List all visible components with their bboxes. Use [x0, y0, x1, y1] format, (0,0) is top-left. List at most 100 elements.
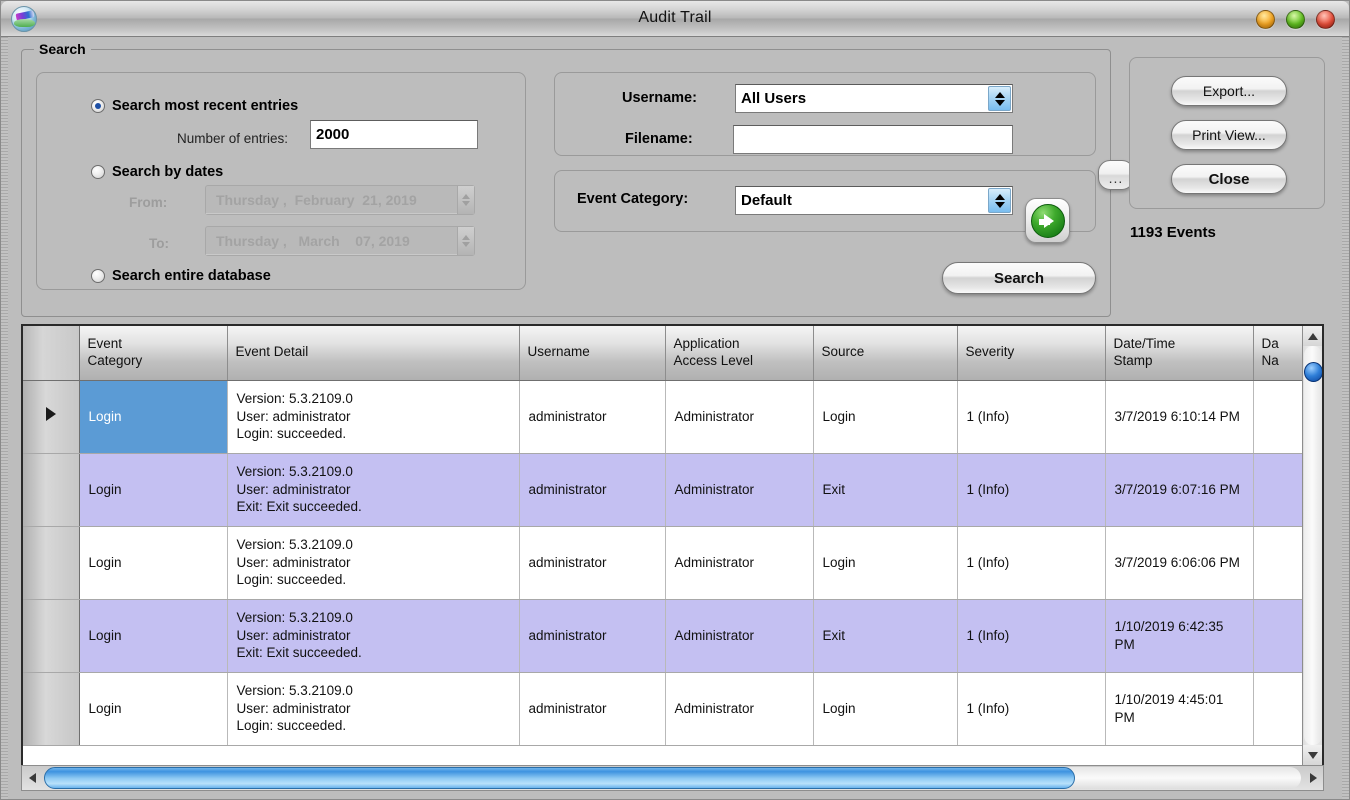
header-event-detail[interactable]: Event Detail [227, 326, 519, 380]
cell-date-time-stamp[interactable]: 3/7/2019 6:06:06 PM [1105, 526, 1253, 599]
cell-severity[interactable]: 1 (Info) [957, 380, 1105, 453]
header-username[interactable]: Username [519, 326, 665, 380]
header-event-category[interactable]: Event Category [79, 326, 227, 380]
search-button[interactable]: Search [942, 262, 1096, 294]
cell-event-detail[interactable]: Version: 5.3.2109.0 User: administrator … [227, 672, 519, 745]
horizontal-scroll-thumb[interactable] [44, 767, 1075, 789]
row-header-gutter[interactable] [23, 526, 79, 599]
row-header-gutter[interactable] [23, 380, 79, 453]
actions-panel: Export... Print View... Close [1129, 57, 1325, 209]
cell-database-name[interactable] [1253, 453, 1306, 526]
cell-database-name[interactable] [1253, 599, 1306, 672]
print-view-button[interactable]: Print View... [1171, 120, 1287, 150]
cell-severity[interactable]: 1 (Info) [957, 599, 1105, 672]
cell-application-access-level[interactable]: Administrator [665, 380, 813, 453]
left-edge-texture [1, 37, 8, 799]
cell-source[interactable]: Exit [813, 599, 957, 672]
event-category-label: Event Category: [577, 191, 688, 207]
minimize-button[interactable] [1256, 10, 1275, 29]
table-row[interactable]: LoginVersion: 5.3.2109.0 User: administr… [23, 380, 1306, 453]
scroll-right-button[interactable] [1303, 766, 1323, 790]
grid-horizontal-scrollbar[interactable] [21, 765, 1324, 791]
cell-username[interactable]: administrator [519, 380, 665, 453]
to-date-spinner[interactable] [457, 227, 474, 255]
cell-date-time-stamp[interactable]: 3/7/2019 6:07:16 PM [1105, 453, 1253, 526]
search-group: Search Search most recent entries Number… [21, 49, 1111, 317]
vertical-scroll-thumb[interactable] [1304, 362, 1323, 382]
table-row[interactable]: LoginVersion: 5.3.2109.0 User: administr… [23, 453, 1306, 526]
event-category-dropdown-arrows-icon[interactable] [988, 188, 1011, 213]
row-header-gutter[interactable] [23, 453, 79, 526]
header-severity[interactable]: Severity [957, 326, 1105, 380]
search-entire-database-radio[interactable] [91, 269, 105, 283]
search-by-dates-radio-row[interactable]: Search by dates [91, 164, 223, 180]
cell-event-detail[interactable]: Version: 5.3.2109.0 User: administrator … [227, 453, 519, 526]
cell-event-category[interactable]: Login [79, 526, 227, 599]
export-button[interactable]: Export... [1171, 76, 1287, 106]
cell-source[interactable]: Login [813, 672, 957, 745]
cell-database-name[interactable] [1253, 380, 1306, 453]
number-of-entries-input[interactable]: 2000 [310, 120, 478, 149]
cell-application-access-level[interactable]: Administrator [665, 526, 813, 599]
horizontal-scroll-track[interactable] [44, 767, 1301, 789]
cell-date-time-stamp[interactable]: 3/7/2019 6:10:14 PM [1105, 380, 1253, 453]
cell-username[interactable]: administrator [519, 526, 665, 599]
maximize-button[interactable] [1286, 10, 1305, 29]
cell-username[interactable]: administrator [519, 453, 665, 526]
title-bar[interactable]: Audit Trail [1, 1, 1349, 37]
row-header-gutter[interactable] [23, 599, 79, 672]
scroll-up-button[interactable] [1303, 326, 1323, 346]
vertical-scroll-track[interactable] [1304, 346, 1322, 745]
cell-username[interactable]: administrator [519, 672, 665, 745]
cell-application-access-level[interactable]: Administrator [665, 599, 813, 672]
user-file-panel: Username: All Users Filename: [554, 72, 1096, 156]
cell-event-category[interactable]: Login [79, 672, 227, 745]
cell-database-name[interactable] [1253, 672, 1306, 745]
grid-vertical-scrollbar[interactable] [1302, 326, 1322, 765]
scroll-left-button[interactable] [22, 766, 42, 790]
from-date-value: Thursday , February 21, 2019 [206, 186, 457, 214]
table-row[interactable]: LoginVersion: 5.3.2109.0 User: administr… [23, 526, 1306, 599]
table-row[interactable]: LoginVersion: 5.3.2109.0 User: administr… [23, 672, 1306, 745]
cell-event-detail[interactable]: Version: 5.3.2109.0 User: administrator … [227, 599, 519, 672]
cell-date-time-stamp[interactable]: 1/10/2019 4:45:01 PM [1105, 672, 1253, 745]
cell-event-category[interactable]: Login [79, 453, 227, 526]
to-date-picker[interactable]: Thursday , March 07, 2019 [205, 226, 475, 256]
cell-username[interactable]: administrator [519, 599, 665, 672]
header-database-name[interactable]: Da Na [1253, 326, 1306, 380]
table-row[interactable]: LoginVersion: 5.3.2109.0 User: administr… [23, 599, 1306, 672]
close-button[interactable]: Close [1171, 164, 1287, 194]
search-most-recent-radio[interactable] [91, 99, 105, 113]
filename-input[interactable] [733, 125, 1013, 154]
cell-severity[interactable]: 1 (Info) [957, 526, 1105, 599]
cell-source[interactable]: Login [813, 380, 957, 453]
event-category-go-button[interactable] [1025, 198, 1070, 243]
cell-source[interactable]: Login [813, 526, 957, 599]
username-combobox[interactable]: All Users [735, 84, 1013, 113]
row-header-gutter[interactable] [23, 672, 79, 745]
cell-severity[interactable]: 1 (Info) [957, 672, 1105, 745]
from-date-spinner[interactable] [457, 186, 474, 214]
scroll-down-button[interactable] [1303, 745, 1323, 765]
cell-event-detail[interactable]: Version: 5.3.2109.0 User: administrator … [227, 380, 519, 453]
cell-event-detail[interactable]: Version: 5.3.2109.0 User: administrator … [227, 526, 519, 599]
cell-application-access-level[interactable]: Administrator [665, 672, 813, 745]
cell-date-time-stamp[interactable]: 1/10/2019 6:42:35 PM [1105, 599, 1253, 672]
events-count-label: 1193 Events [1130, 224, 1216, 241]
header-date-time-stamp[interactable]: Date/Time Stamp [1105, 326, 1253, 380]
search-by-dates-radio[interactable] [91, 165, 105, 179]
close-window-button[interactable] [1316, 10, 1335, 29]
from-date-picker[interactable]: Thursday , February 21, 2019 [205, 185, 475, 215]
cell-application-access-level[interactable]: Administrator [665, 453, 813, 526]
header-source[interactable]: Source [813, 326, 957, 380]
username-dropdown-arrows-icon[interactable] [988, 86, 1011, 111]
cell-severity[interactable]: 1 (Info) [957, 453, 1105, 526]
header-application-access-level[interactable]: Application Access Level [665, 326, 813, 380]
cell-event-category[interactable]: Login [79, 599, 227, 672]
cell-database-name[interactable] [1253, 526, 1306, 599]
cell-source[interactable]: Exit [813, 453, 957, 526]
search-most-recent-radio-row[interactable]: Search most recent entries [91, 98, 298, 114]
event-category-combobox[interactable]: Default [735, 186, 1013, 215]
search-entire-database-radio-row[interactable]: Search entire database [91, 268, 271, 284]
cell-event-category[interactable]: Login [79, 380, 227, 453]
